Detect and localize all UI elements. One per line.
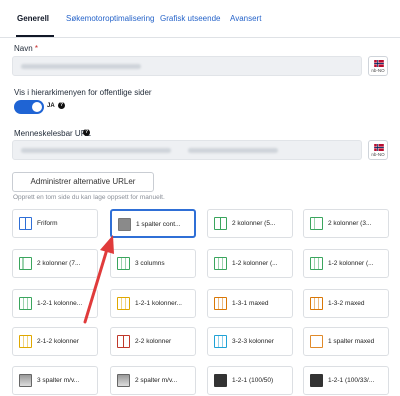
language-selector-name[interactable]: nb-NO (368, 56, 388, 76)
layout-option-2-1-2-kolonner[interactable]: 2-1-2 kolonner (12, 327, 98, 356)
toggle-value: JA (47, 103, 55, 109)
layout-option-friform[interactable]: Friform (12, 209, 98, 238)
layout-label: 1-2-1 kolonne... (37, 300, 83, 307)
layout-option-1-2-1-kolonner[interactable]: 1-2-1 kolonner... (110, 289, 196, 318)
layout-label: 3-2-3 kolonner (232, 338, 274, 345)
name-label-text: Navn (14, 44, 33, 53)
layout-option-2-kolonner-7[interactable]: 2 kolonner (7... (12, 249, 98, 278)
layout-option-2-2-kolonner[interactable]: 2-2 kolonner (110, 327, 196, 356)
active-tab-indicator (16, 35, 54, 37)
name-input[interactable] (12, 56, 362, 76)
layout-label: 1-2-1 (100/50) (232, 377, 274, 384)
layout-option-1-2-1-100-33[interactable]: 1-2-1 (100/33/... (303, 366, 389, 395)
layout-option-3-2-3-kolonner[interactable]: 3-2-3 kolonner (207, 327, 293, 356)
required-marker: * (34, 44, 39, 53)
blue-layout-icon (19, 217, 32, 230)
manage-alternative-urls-button[interactable]: Administrer alternative URLer (12, 172, 154, 192)
layout-option-1-3-2-maxed[interactable]: 1-3-2 maxed (303, 289, 389, 318)
url-help-icon[interactable]: ? (83, 129, 90, 136)
grey-layout-icon (118, 218, 131, 231)
layout-label: 1 spalter maxed (328, 338, 375, 345)
layout-label: 1-2-1 kolonner... (135, 300, 182, 307)
layout-label: 1-3-2 maxed (328, 300, 365, 307)
layout-label: 1 spalter cont... (136, 221, 181, 228)
orange-layout-icon (310, 297, 323, 310)
layout-option-2-spalter-mv[interactable]: 2 spalter m/v... (110, 366, 196, 395)
orange-layout-icon (214, 297, 227, 310)
url-label-text: Menneskelesbar URL (14, 129, 91, 138)
layout-option-1-3-1-maxed[interactable]: 1-3-1 maxed (207, 289, 293, 318)
layout-label: 2 spalter m/v... (135, 377, 178, 384)
tab-grafisk-utseende[interactable]: Grafisk utseende (160, 14, 220, 23)
url-input[interactable] (12, 140, 362, 160)
layout-option-1-2-kolonner-b[interactable]: 1-2 kolonner (... (303, 249, 389, 278)
tab-generell[interactable]: Generell (17, 14, 49, 23)
layout-label: 2-1-2 kolonner (37, 338, 79, 345)
norway-flag-icon (374, 144, 384, 151)
photo-layout-icon (19, 374, 32, 387)
blurred-url-prefix (21, 148, 171, 153)
green-layout-icon (214, 217, 227, 230)
layout-label: 1-2-1 (100/33/... (328, 377, 375, 384)
hierarchy-label: Vis i hierarkimenyen for offentlige side… (14, 88, 152, 97)
language-code: nb-NO (371, 152, 385, 157)
layout-label: 1-3-1 maxed (232, 300, 269, 307)
layout-label: Friform (37, 220, 58, 227)
url-label: Menneskelesbar URL (14, 129, 91, 138)
tab-seo[interactable]: Søkemotoroptimalisering (66, 14, 154, 23)
tab-avansert[interactable]: Avansert (230, 14, 261, 23)
yellow-layout-icon (19, 335, 32, 348)
orange-layout-icon (310, 335, 323, 348)
language-selector-url[interactable]: nb-NO (368, 140, 388, 160)
layout-label: 2-2 kolonner (135, 338, 172, 345)
layout-label: 2 kolonner (3... (328, 220, 372, 227)
green-layout-icon (310, 257, 323, 270)
layout-option-1-2-1-kolonne[interactable]: 1-2-1 kolonne... (12, 289, 98, 318)
layout-label: 2 kolonner (7... (37, 260, 81, 267)
layout-option-1-2-1-100-50[interactable]: 1-2-1 (100/50) (207, 366, 293, 395)
green-layout-icon (310, 217, 323, 230)
layout-option-1-spalter-maxed[interactable]: 1 spalter maxed (303, 327, 389, 356)
help-icon[interactable]: ? (58, 102, 65, 109)
blurred-url-slug (188, 148, 278, 153)
layout-label: 2 kolonner (5... (232, 220, 276, 227)
green-layout-icon (19, 297, 32, 310)
yellow-layout-icon (117, 297, 130, 310)
green-layout-icon (117, 257, 130, 270)
name-label: Navn * (14, 44, 38, 53)
green-layout-icon (214, 257, 227, 270)
language-code: nb-NO (371, 68, 385, 73)
hierarchy-toggle[interactable] (14, 100, 44, 114)
layout-label: 3 columns (135, 260, 165, 267)
layout-option-3-columns[interactable]: 3 columns (110, 249, 196, 278)
toggle-knob (32, 102, 42, 112)
layout-option-2-kolonner-5[interactable]: 2 kolonner (5... (207, 209, 293, 238)
blurred-text (21, 64, 141, 69)
photo-layout-icon (117, 374, 130, 387)
tab-bar: Generell Søkemotoroptimalisering Grafisk… (0, 0, 400, 38)
red-layout-icon (117, 335, 130, 348)
layout-label: 1-2 kolonner (... (232, 260, 278, 267)
dark-layout-icon (310, 374, 323, 387)
layout-label: 1-2 kolonner (... (328, 260, 374, 267)
green-layout-icon (19, 257, 32, 270)
layout-option-3-spalter-mv[interactable]: 3 spalter m/v... (12, 366, 98, 395)
layout-option-2-kolonner-3[interactable]: 2 kolonner (3... (303, 209, 389, 238)
dark-layout-icon (214, 374, 227, 387)
cyan-layout-icon (214, 335, 227, 348)
layout-help-text: Opprett en tom side du kan lage oppsett … (13, 194, 165, 201)
norway-flag-icon (374, 60, 384, 67)
layout-option-1-spalter-cont[interactable]: 1 spalter cont... (110, 209, 196, 238)
layout-option-1-2-kolonner-a[interactable]: 1-2 kolonner (... (207, 249, 293, 278)
layout-label: 3 spalter m/v... (37, 377, 80, 384)
